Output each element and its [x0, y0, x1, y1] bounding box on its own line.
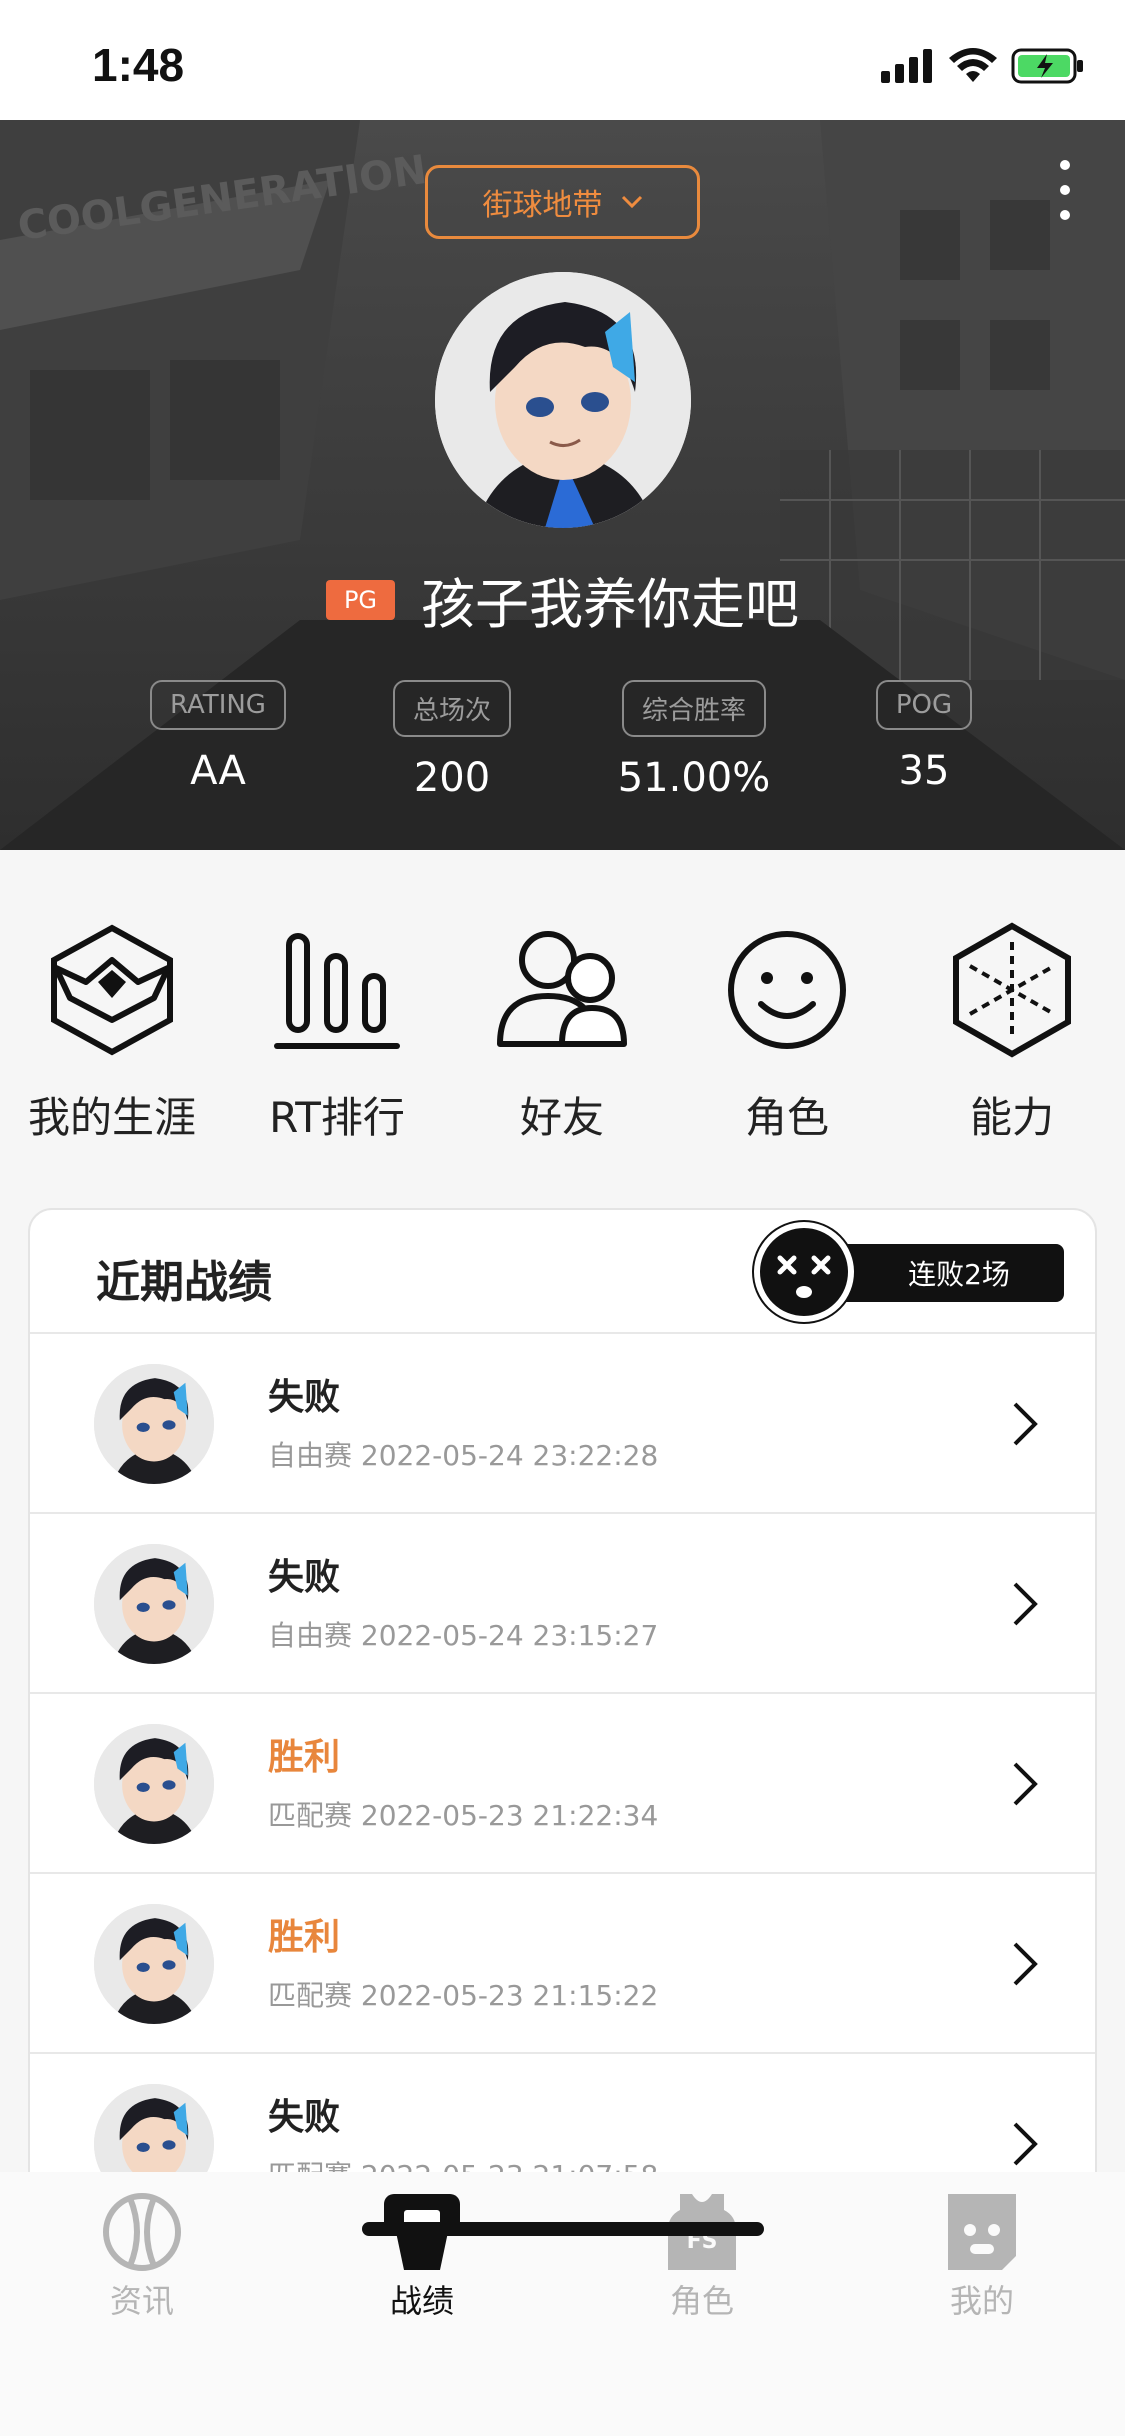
dot-icon: [1060, 160, 1070, 170]
mode-select-dropdown[interactable]: 街球地带: [425, 165, 700, 239]
tab-label: 角色: [669, 2282, 734, 2320]
match-result: 失败: [268, 1557, 341, 1598]
menu-label: 角色: [744, 1093, 829, 1142]
status-bar: 1:48: [0, 0, 1125, 120]
menu-label: RT排行: [269, 1093, 405, 1142]
match-mode: 匹配赛: [268, 1979, 353, 2012]
friends-icon: [497, 931, 627, 1047]
match-row[interactable]: 胜利 匹配赛 2022-05-23 21:15:22: [30, 1874, 1095, 2054]
stat-label: RATING: [150, 680, 286, 730]
stat-label: 总场次: [392, 680, 511, 737]
match-result: 失败: [268, 2097, 341, 2138]
position-badge: PG: [325, 579, 396, 620]
menu-item-character[interactable]: 角色: [687, 920, 887, 1145]
match-avatar: [94, 1544, 214, 1664]
stat-label: 综合胜率: [621, 680, 766, 737]
cellular-signal-icon: [881, 49, 932, 83]
status-icons: [881, 48, 1085, 84]
stat-value: 51.00%: [617, 755, 771, 801]
player-name: 孩子我养你走吧: [421, 573, 800, 636]
dizzy-face-icon: [754, 1222, 854, 1322]
dot-icon: [1060, 210, 1070, 220]
chevron-right-icon: [1013, 1942, 1038, 1986]
match-result: 失败: [268, 1377, 341, 1418]
player-avatar-image: [435, 272, 691, 528]
quick-menu: 我的生涯 RT排行 好友 角色 能力: [0, 920, 1125, 1160]
stat-value: AA: [190, 748, 246, 794]
match-time: 2022-05-24 23:15:27: [360, 1619, 659, 1652]
mode-select-label: 街球地带: [482, 188, 603, 223]
menu-item-friends[interactable]: 好友: [462, 920, 662, 1145]
menu-label: 好友: [519, 1093, 604, 1142]
player-name-row: PG 孩子我养你走吧: [0, 560, 1125, 639]
match-meta: 自由赛 2022-05-24 23:15:27: [268, 1614, 658, 1654]
losing-streak-badge: 连败2场: [754, 1222, 1064, 1322]
menu-item-rt-ranking[interactable]: RT排行: [237, 920, 437, 1145]
recent-matches-header: 近期战绩 连败2场: [30, 1210, 1095, 1334]
match-row[interactable]: 胜利 匹配赛 2022-05-23 21:22:34: [30, 1694, 1095, 1874]
bottom-tab-bar: 资讯 战绩 FS 角色 我的: [0, 2172, 1125, 2436]
chevron-right-icon: [1013, 1582, 1038, 1626]
stat-value: 35: [898, 748, 950, 794]
bar-ranking-icon: [274, 933, 400, 1049]
chevron-down-icon: [621, 195, 642, 209]
menu-label: 我的生涯: [27, 1093, 196, 1142]
tab-news[interactable]: 资讯: [62, 2190, 222, 2322]
battery-charging-icon: [1011, 48, 1083, 84]
menu-item-career[interactable]: 我的生涯: [12, 920, 212, 1145]
basketball-icon: [103, 2193, 181, 2271]
player-avatar-image: [94, 1364, 214, 1484]
profile-header: COOLGENERATION 街球地带 PG 孩子我养你走吧 RATING AA…: [0, 120, 1125, 850]
tab-record[interactable]: 战绩: [342, 2190, 502, 2322]
match-time: 2022-05-23 21:22:34: [360, 1799, 659, 1832]
match-meta: 匹配赛 2022-05-23 21:22:34: [268, 1794, 658, 1834]
chevron-right-icon: [1013, 2122, 1038, 2166]
tab-label: 我的: [949, 2282, 1014, 2320]
match-mode: 自由赛: [268, 1439, 353, 1472]
stat-total-games: 总场次 200: [352, 680, 552, 801]
more-options-button[interactable]: [1053, 160, 1077, 220]
home-indicator: [362, 2222, 764, 2236]
player-avatar-image: [94, 1544, 214, 1664]
menu-label: 能力: [969, 1093, 1054, 1142]
match-row[interactable]: 失败 自由赛 2022-05-24 23:22:28: [30, 1334, 1095, 1514]
hexagon-ability-icon: [953, 922, 1071, 1058]
match-meta: 自由赛 2022-05-24 23:22:28: [268, 1434, 658, 1474]
match-time: 2022-05-24 23:22:28: [360, 1439, 659, 1472]
match-avatar: [94, 1724, 214, 1844]
tab-mine[interactable]: 我的: [902, 2190, 1062, 2322]
player-avatar-image: [94, 1904, 214, 2024]
match-result: 胜利: [268, 1737, 341, 1778]
career-badge-icon: [51, 924, 173, 1056]
chevron-right-icon: [1013, 1762, 1038, 1806]
tab-character[interactable]: FS 角色: [622, 2190, 782, 2322]
tab-label: 资讯: [109, 2282, 174, 2320]
match-mode: 自由赛: [268, 1619, 353, 1652]
status-time: 1:48: [92, 39, 185, 91]
chevron-right-icon: [1013, 1402, 1038, 1446]
tab-label: 战绩: [389, 2282, 454, 2320]
match-meta: 匹配赛 2022-05-23 21:15:22: [268, 1974, 658, 2014]
player-avatar-image: [94, 1724, 214, 1844]
recent-matches-title: 近期战绩: [96, 1257, 272, 1308]
player-avatar[interactable]: [435, 272, 691, 528]
match-result: 胜利: [268, 1917, 341, 1958]
match-mode: 匹配赛: [268, 1799, 353, 1832]
stat-pog: POG 35: [824, 680, 1024, 794]
profile-face-icon: [948, 2194, 1016, 2270]
match-avatar: [94, 1904, 214, 2024]
match-time: 2022-05-23 21:15:22: [360, 1979, 659, 2012]
match-row[interactable]: 失败 自由赛 2022-05-24 23:15:27: [30, 1514, 1095, 1694]
stat-win-rate: 综合胜率 51.00%: [594, 680, 794, 801]
dot-icon: [1060, 185, 1070, 195]
stat-rating: RATING AA: [118, 680, 318, 794]
smile-face-icon: [728, 931, 846, 1049]
menu-item-ability[interactable]: 能力: [912, 920, 1112, 1145]
match-avatar: [94, 1364, 214, 1484]
match-list: 失败 自由赛 2022-05-24 23:22:28 失败 自由赛 2022-0…: [30, 1334, 1095, 2234]
stat-value: 200: [413, 755, 491, 801]
stat-label: POG: [875, 680, 973, 730]
wifi-icon: [949, 48, 997, 82]
